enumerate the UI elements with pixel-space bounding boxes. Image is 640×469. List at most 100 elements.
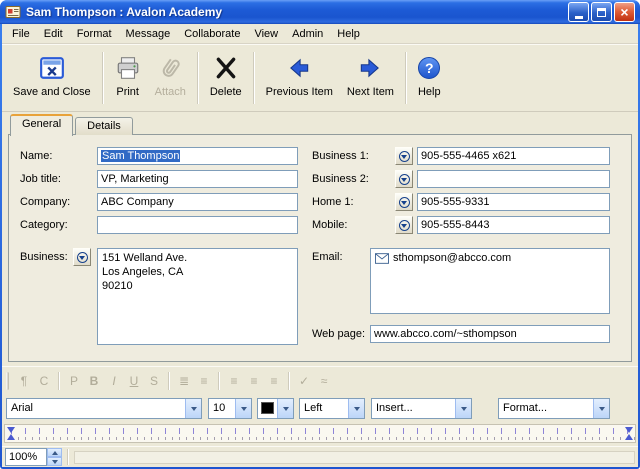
chevron-down-icon[interactable]: [455, 399, 471, 418]
next-item-button[interactable]: Next Item: [340, 49, 401, 98]
maximize-icon: [597, 8, 606, 17]
selected-text: Sam Thompson: [101, 150, 180, 162]
business-address-dropdown-button[interactable]: [73, 248, 91, 266]
font-combo[interactable]: Arial: [6, 398, 202, 419]
toolbar-separator: [58, 372, 60, 390]
align-left-button: ≡: [224, 371, 244, 391]
menu-item-admin[interactable]: Admin: [285, 25, 330, 43]
menu-item-view[interactable]: View: [247, 25, 285, 43]
menu-item-message[interactable]: Message: [119, 25, 178, 43]
zoom-control[interactable]: 100%: [5, 448, 47, 466]
status-separator: [67, 449, 69, 465]
category-field[interactable]: [97, 216, 298, 234]
align-combo[interactable]: Left: [299, 398, 365, 419]
company-field[interactable]: ABC Company: [97, 193, 298, 211]
chevron-down-icon[interactable]: [348, 399, 364, 418]
menu-item-file[interactable]: File: [5, 25, 37, 43]
help-icon: ?: [418, 52, 440, 84]
business2-label: Business 2:: [312, 173, 369, 187]
arrow-left-icon: [286, 52, 312, 84]
toolbar-grip[interactable]: [6, 372, 9, 390]
close-button[interactable]: ×: [614, 2, 635, 22]
indent-marker[interactable]: [7, 434, 15, 440]
ruler[interactable]: [4, 424, 636, 443]
business-address-field[interactable]: 151 Welland Ave. Los Angeles, CA 90210: [97, 248, 298, 345]
dropdown-arrow-icon: [399, 197, 410, 208]
align-combo-value: Left: [300, 399, 348, 418]
menu-item-edit[interactable]: Edit: [37, 25, 70, 43]
chevron-down-icon[interactable]: [593, 399, 609, 418]
mobile-dropdown-button[interactable]: [395, 216, 413, 234]
dropdown-arrow-icon: [399, 151, 410, 162]
indent-marker[interactable]: [7, 427, 15, 433]
toolbar-separator: [253, 52, 255, 104]
window-icon[interactable]: [5, 4, 21, 20]
toolbar-button-label: Save and Close: [13, 86, 91, 98]
margin-marker[interactable]: [625, 427, 633, 433]
dropdown-arrow-icon: [399, 174, 410, 185]
name-label: Name:: [20, 150, 52, 164]
business2-dropdown-button[interactable]: [395, 170, 413, 188]
menubar: File Edit Format Message Collaborate Vie…: [2, 24, 638, 44]
menu-item-collaborate[interactable]: Collaborate: [177, 25, 247, 43]
tab-label: Details: [87, 120, 121, 132]
business-address-label: Business:: [20, 251, 68, 265]
envelope-icon: [375, 253, 389, 264]
tab-details[interactable]: Details: [75, 117, 133, 135]
business1-field[interactable]: 905-555-4465 x621: [417, 147, 610, 165]
category-label: Category:: [20, 219, 68, 233]
bold-button: B: [84, 371, 104, 391]
email-address: sthompson@abcco.com: [393, 251, 511, 265]
tabstrip: General Details: [10, 114, 135, 135]
business2-field[interactable]: [417, 170, 610, 188]
underline-button: U: [124, 371, 144, 391]
numbered-list-button: ≡: [194, 371, 214, 391]
home1-dropdown-button[interactable]: [395, 193, 413, 211]
zoom-up-button[interactable]: [47, 448, 62, 457]
business1-dropdown-button[interactable]: [395, 147, 413, 165]
previous-item-button[interactable]: Previous Item: [259, 49, 340, 98]
chevron-down-icon[interactable]: [235, 399, 251, 418]
special-button: ≈: [314, 371, 334, 391]
font-size-combo[interactable]: 10: [208, 398, 252, 419]
menu-item-format[interactable]: Format: [70, 25, 119, 43]
address-line: 90210: [102, 279, 293, 293]
attach-button: Attach: [148, 49, 193, 98]
toolbar-button-label: Attach: [155, 86, 186, 98]
save-and-close-button[interactable]: Save and Close: [6, 49, 98, 98]
job-title-field[interactable]: VP, Marketing: [97, 170, 298, 188]
paragraph-marks-button: ¶: [14, 371, 34, 391]
mobile-field[interactable]: 905-555-8443: [417, 216, 610, 234]
toolbar-button-label: Print: [116, 86, 139, 98]
tab-general[interactable]: General: [10, 114, 73, 136]
maximize-button[interactable]: [591, 2, 612, 22]
toolbar-button-label: Previous Item: [266, 86, 333, 98]
align-center-button: ≡: [244, 371, 264, 391]
font-combo-value: Arial: [7, 399, 185, 418]
toolbar-button-label: Help: [418, 86, 441, 98]
home1-field[interactable]: 905-555-9331: [417, 193, 610, 211]
titlebar[interactable]: Sam Thompson : Avalon Academy ×: [0, 0, 640, 24]
color-swatch: [261, 402, 274, 414]
font-size-combo-value: 10: [209, 399, 235, 418]
chevron-down-icon[interactable]: [185, 399, 201, 418]
insert-combo[interactable]: Insert...: [371, 398, 472, 419]
name-field[interactable]: Sam Thompson: [97, 147, 298, 165]
web-page-label: Web page:: [312, 328, 365, 342]
minimize-button[interactable]: [568, 2, 589, 22]
web-page-field[interactable]: www.abcco.com/~sthompson: [370, 325, 610, 343]
chevron-down-icon[interactable]: [277, 399, 293, 418]
address-line: 151 Welland Ave.: [102, 251, 293, 265]
print-button[interactable]: Print: [108, 49, 148, 98]
email-label: Email:: [312, 251, 343, 265]
help-button[interactable]: ? Help: [411, 49, 448, 98]
format-combo[interactable]: Format...: [498, 398, 610, 419]
delete-button[interactable]: Delete: [203, 49, 249, 98]
zoom-down-button[interactable]: [47, 457, 62, 466]
text-color-combo[interactable]: [257, 398, 294, 419]
menu-item-help[interactable]: Help: [330, 25, 367, 43]
email-field[interactable]: sthompson@abcco.com: [370, 248, 610, 314]
window-title: Sam Thompson : Avalon Academy: [26, 5, 568, 19]
margin-marker[interactable]: [625, 434, 633, 440]
company-label: Company:: [20, 196, 70, 210]
